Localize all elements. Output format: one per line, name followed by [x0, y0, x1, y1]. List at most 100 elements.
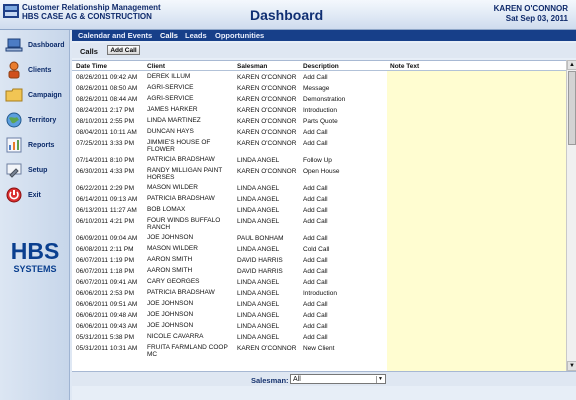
tab-calendar-events[interactable]: Calendar and Events [78, 31, 152, 40]
tab-bar: Calendar and Events Calls Leads Opportun… [72, 30, 576, 41]
cell-client: PATRICIA BRADSHAW [147, 289, 215, 296]
table-row[interactable]: 06/30/2011 4:33 PM RANDY MILLIGAN PAINT H… [72, 167, 566, 181]
scroll-thumb[interactable] [568, 71, 576, 145]
cell-salesman: LINDA ANGEL [237, 246, 280, 253]
cell-description: Add Call [303, 323, 328, 330]
table-row[interactable]: 06/07/2011 1:18 PM AARON SMITH DAVID HARRI… [72, 267, 566, 278]
cell-client: FRUITA FARMLAND COOP MC [147, 344, 228, 358]
sidebar-item-setup[interactable]: Setup [3, 160, 69, 182]
cell-salesman: LINDA ANGEL [237, 290, 280, 297]
table-row[interactable]: 06/22/2011 2:29 PM MASON WILDER LINDA ANGE… [72, 184, 566, 195]
sidebar-item-clients[interactable]: Clients [3, 60, 69, 82]
wrench-icon [6, 163, 22, 178]
sidebar-item-exit[interactable]: Exit [3, 185, 69, 207]
cell-description: Introduction [303, 107, 337, 114]
cell-date-time: 06/07/2011 1:19 PM [76, 257, 135, 264]
table-row[interactable]: 06/06/2011 09:48 AM JOE JOHNSON LINDA ANGE… [72, 311, 566, 322]
user-info: KAREN O'CONNOR Sat Sep 03, 2011 [494, 4, 568, 24]
cell-salesman: LINDA ANGEL [237, 218, 280, 225]
table-row[interactable]: 08/04/2011 10:11 AM DUNCAN HAYS KAREN O'CO… [72, 128, 566, 139]
cell-salesman: LINDA ANGEL [237, 196, 280, 203]
cell-date-time: 06/07/2011 09:41 AM [76, 279, 138, 286]
cell-client: BOB LOMAX [147, 206, 186, 213]
cell-salesman: LINDA ANGEL [237, 323, 280, 330]
table-row[interactable]: 08/24/2011 2:17 PM JAMES HARKER KAREN O'CO… [72, 106, 566, 117]
table-row[interactable]: 06/06/2011 09:51 AM JOE JOHNSON LINDA ANGE… [72, 300, 566, 311]
cell-date-time: 08/26/2011 08:44 AM [76, 96, 138, 103]
app-name: Customer Relationship Management [22, 3, 161, 12]
sidebar-item-label: Exit [28, 192, 41, 199]
table-row[interactable]: 05/31/2011 10:31 AM FRUITA FARMLAND COOP … [72, 344, 566, 358]
systems-logo-text: SYSTEMS [13, 264, 56, 274]
table-row[interactable]: 07/14/2011 8:10 PM PATRICIA BRADSHAW LINDA… [72, 156, 566, 167]
cell-salesman: LINDA ANGEL [237, 207, 280, 214]
add-call-button[interactable]: Add Call [107, 45, 140, 55]
cell-client: RANDY MILLIGAN PAINT HORSES [147, 167, 223, 181]
salesman-filter-bar: Salesman: All ▼ [72, 371, 576, 386]
table-row[interactable]: 06/06/2011 09:43 AM JOE JOHNSON LINDA ANGE… [72, 322, 566, 333]
cell-salesman: KAREN O'CONNOR [237, 140, 297, 147]
tab-opportunities[interactable]: Opportunities [215, 31, 264, 40]
cell-salesman: DAVID HARRIS [237, 257, 283, 264]
table-row[interactable]: 06/07/2011 1:19 PM AARON SMITH DAVID HARRI… [72, 256, 566, 267]
cell-client: CARY GEORGES [147, 278, 200, 285]
crm-logo-icon [3, 4, 19, 18]
salesman-select-value: All [293, 376, 301, 383]
cell-client: JOE JOHNSON [147, 322, 194, 329]
table-row[interactable]: 08/26/2011 08:50 AM AGRI-SERVICE KAREN O'C… [72, 84, 566, 95]
table-row[interactable]: 06/14/2011 09:13 AM PATRICIA BRADSHAW LIND… [72, 195, 566, 206]
salesman-select[interactable]: All ▼ [290, 374, 386, 384]
sidebar-item-label: Setup [28, 167, 48, 174]
chart-icon [6, 137, 22, 153]
cell-description: New Client [303, 345, 335, 352]
table-row[interactable]: 06/09/2011 09:04 AM JOE JOHNSON PAUL BONHA… [72, 234, 566, 245]
chevron-down-icon[interactable]: ▼ [376, 376, 384, 383]
cell-client: JOE JOHNSON [147, 234, 194, 241]
sidebar-item-campaign[interactable]: Campaign [3, 85, 69, 107]
cell-client: PATRICIA BRADSHAW [147, 156, 215, 163]
cell-client: AGRI-SERVICE [147, 84, 194, 91]
table-row[interactable]: 08/10/2011 2:55 PM LINDA MARTINEZ KAREN O'… [72, 117, 566, 128]
sidebar-item-reports[interactable]: Reports [3, 135, 69, 157]
tab-calls[interactable]: Calls [160, 31, 178, 40]
calls-table: Date Time Client Salesman Description No… [72, 60, 566, 371]
table-row[interactable]: 07/25/2011 3:33 PM JIMMIE'S HOUSE OF FLOW… [72, 139, 566, 152]
sidebar-item-dashboard[interactable]: Dashboard [3, 35, 69, 57]
scroll-down-button[interactable]: ▼ [567, 361, 576, 371]
scroll-up-button[interactable]: ▲ [567, 60, 576, 70]
table-row[interactable]: 06/13/2011 11:27 AM BOB LOMAX LINDA ANGEL A… [72, 206, 566, 217]
cell-date-time: 06/06/2011 09:48 AM [76, 312, 138, 319]
cell-client: MASON WILDER [147, 245, 198, 252]
column-note-text[interactable]: Note Text [390, 63, 419, 70]
cell-date-time: 06/09/2011 09:04 AM [76, 235, 138, 242]
cell-date-time: 06/06/2011 09:51 AM [76, 301, 138, 308]
column-date-time[interactable]: Date Time [76, 63, 107, 70]
cell-salesman: KAREN O'CONNOR [237, 168, 297, 175]
table-row[interactable]: 06/06/2011 2:53 PM PATRICIA BRADSHAW LINDA… [72, 289, 566, 300]
column-salesman[interactable]: Salesman [237, 63, 267, 70]
salesman-filter-label: Salesman: [251, 376, 289, 385]
table-row[interactable]: 06/08/2011 2:11 PM MASON WILDER LINDA ANGE… [72, 245, 566, 256]
table-row[interactable]: 08/26/2011 09:42 AM DEREK ILLUM KAREN O'CO… [72, 73, 566, 84]
cell-salesman: LINDA ANGEL [237, 312, 280, 319]
cell-client: JOE JOHNSON [147, 300, 194, 307]
table-row[interactable]: 06/10/2011 4:21 PM FOUR WINDS BUFFALO RAN… [72, 217, 566, 231]
cell-date-time: 05/31/2011 10:31 AM [76, 345, 138, 352]
table-row[interactable]: 08/26/2011 08:44 AM AGRI-SERVICE KAREN O'C… [72, 95, 566, 106]
cell-date-time: 06/07/2011 1:18 PM [76, 268, 135, 275]
cell-salesman: LINDA ANGEL [237, 334, 280, 341]
laptop-icon [5, 38, 23, 52]
calls-toolbar: Calls Add Call [72, 43, 576, 58]
cell-date-time: 07/25/2011 3:33 PM [76, 140, 135, 147]
cell-client: FOUR WINDS BUFFALO RANCH [147, 217, 221, 231]
cell-date-time: 08/26/2011 09:42 AM [76, 74, 138, 81]
table-row[interactable]: 05/31/2011 5:38 PM NICOLE CAVARRA LINDA AN… [72, 333, 566, 344]
tab-leads[interactable]: Leads [185, 31, 207, 40]
column-client[interactable]: Client [147, 63, 165, 70]
globe-icon [6, 112, 22, 128]
cell-description: Add Call [303, 129, 328, 136]
table-row[interactable]: 06/07/2011 09:41 AM CARY GEORGES LINDA ANG… [72, 278, 566, 289]
vertical-scrollbar[interactable]: ▲ ▼ [566, 60, 576, 371]
sidebar-item-territory[interactable]: Territory [3, 110, 69, 132]
column-description[interactable]: Description [303, 63, 339, 70]
